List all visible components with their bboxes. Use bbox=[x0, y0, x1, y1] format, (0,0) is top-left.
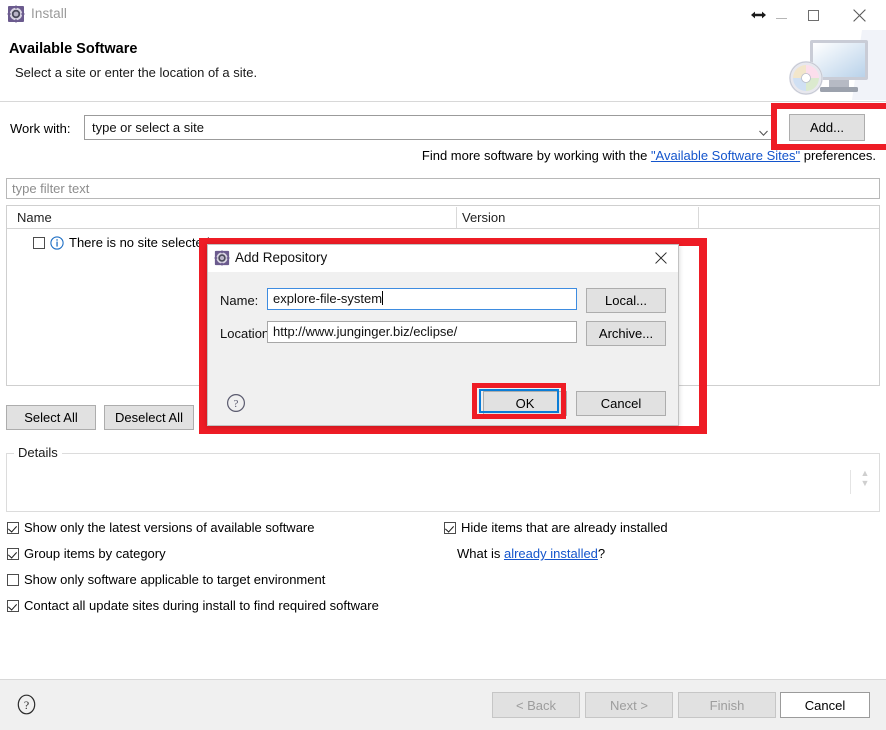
repository-location-input[interactable]: http://www.junginger.biz/eclipse/ bbox=[267, 321, 577, 343]
repository-name-input[interactable]: explore-file-system bbox=[267, 288, 577, 310]
back-button[interactable]: < Back bbox=[492, 692, 580, 718]
option-contact-update-sites-label: Contact all update sites during install … bbox=[24, 598, 379, 613]
install-gear-icon bbox=[7, 5, 25, 23]
scroll-up-down-icon[interactable]: ▲ ▼ bbox=[858, 468, 872, 498]
dialog-title: Add Repository bbox=[235, 250, 328, 265]
what-is-already-installed: What is already installed? bbox=[457, 546, 605, 561]
filter-input[interactable]: type filter text bbox=[6, 178, 880, 199]
column-header-version[interactable]: Version bbox=[462, 210, 505, 225]
option-contact-update-sites-checkbox[interactable] bbox=[7, 599, 19, 612]
repository-name-value: explore-file-system bbox=[273, 291, 383, 306]
next-button[interactable]: Next > bbox=[585, 692, 673, 718]
minimize-icon bbox=[775, 18, 787, 19]
option-show-latest-versions-checkbox[interactable] bbox=[7, 521, 19, 534]
option-target-environment-checkbox[interactable] bbox=[7, 573, 19, 586]
page-subtitle: Select a site or enter the location of a… bbox=[15, 65, 258, 80]
row-name-cell: There is no site selected bbox=[69, 235, 210, 250]
find-more-prefix: Find more software by working with the bbox=[421, 148, 651, 163]
info-icon bbox=[50, 235, 64, 250]
option-group-by-category[interactable]: Group items by category bbox=[7, 546, 166, 561]
option-group-by-category-checkbox[interactable] bbox=[7, 547, 19, 560]
cancel-button[interactable]: Cancel bbox=[780, 692, 870, 718]
ok-button-highlight bbox=[472, 383, 566, 419]
option-hide-installed-label: Hide items that are already installed bbox=[461, 520, 668, 535]
chevron-down-icon bbox=[759, 125, 768, 136]
help-question-icon[interactable]: ? bbox=[16, 694, 37, 715]
svg-text:?: ? bbox=[234, 398, 239, 410]
work-with-value: type or select a site bbox=[92, 120, 204, 135]
details-label: Details bbox=[14, 445, 62, 460]
window-titlebar: Install bbox=[0, 0, 886, 30]
table-header-row: Name Version bbox=[7, 206, 879, 229]
finish-button[interactable]: Finish bbox=[678, 692, 776, 718]
option-target-environment-label: Show only software applicable to target … bbox=[24, 572, 326, 587]
dialog-close-button[interactable] bbox=[650, 248, 672, 268]
option-show-latest-versions-label: Show only the latest versions of availab… bbox=[24, 520, 315, 535]
add-repository-dialog: Add Repository Name: explore-file-system… bbox=[207, 244, 679, 426]
details-scroll-track bbox=[850, 470, 851, 494]
find-more-suffix: preferences. bbox=[800, 148, 876, 163]
already-installed-link[interactable]: already installed bbox=[504, 546, 598, 561]
maximize-button[interactable] bbox=[790, 0, 836, 30]
svg-text:?: ? bbox=[24, 698, 29, 712]
monitor-cd-icon bbox=[766, 30, 886, 100]
text-caret bbox=[382, 291, 384, 305]
option-show-latest-versions[interactable]: Show only the latest versions of availab… bbox=[7, 520, 315, 535]
option-contact-update-sites[interactable]: Contact all update sites during install … bbox=[7, 598, 379, 613]
column-divider-1[interactable] bbox=[456, 207, 457, 228]
column-header-name[interactable]: Name bbox=[17, 210, 52, 225]
close-icon bbox=[852, 8, 866, 22]
work-with-combo[interactable]: type or select a site bbox=[84, 115, 776, 140]
repository-location-value: http://www.junginger.biz/eclipse/ bbox=[273, 324, 458, 339]
select-all-button[interactable]: Select All bbox=[6, 405, 96, 430]
find-more-software-text: Find more software by working with the "… bbox=[422, 148, 876, 163]
close-icon bbox=[655, 252, 667, 264]
what-is-prefix: What is bbox=[457, 546, 504, 561]
install-wizard-window: Install Available Software Select a site… bbox=[0, 0, 886, 730]
install-gear-icon bbox=[214, 250, 230, 266]
row-checkbox[interactable] bbox=[33, 236, 45, 249]
option-hide-installed-checkbox[interactable] bbox=[444, 521, 456, 534]
close-button[interactable] bbox=[836, 0, 882, 30]
window-title: Install bbox=[31, 6, 67, 21]
option-hide-installed[interactable]: Hide items that are already installed bbox=[444, 520, 668, 535]
option-target-environment[interactable]: Show only software applicable to target … bbox=[7, 572, 325, 587]
what-is-suffix: ? bbox=[597, 546, 606, 561]
dialog-name-label: Name: bbox=[220, 293, 259, 308]
dialog-cancel-button[interactable]: Cancel bbox=[576, 391, 666, 416]
deselect-all-button[interactable]: Deselect All bbox=[104, 405, 194, 430]
work-with-label: Work with: bbox=[10, 121, 71, 136]
archive-button[interactable]: Archive... bbox=[586, 321, 666, 346]
header-divider bbox=[0, 101, 886, 102]
dialog-titlebar: Add Repository bbox=[208, 245, 678, 272]
add-button-highlight bbox=[771, 103, 886, 150]
details-panel bbox=[6, 453, 880, 512]
column-divider-2[interactable] bbox=[698, 207, 699, 228]
table-row[interactable]: There is no site selected bbox=[33, 235, 210, 250]
local-button[interactable]: Local... bbox=[586, 288, 666, 313]
dialog-location-label: Location: bbox=[220, 326, 273, 341]
page-title: Available Software bbox=[9, 41, 138, 57]
dialog-help-icon[interactable]: ? bbox=[226, 393, 246, 413]
maximize-icon bbox=[807, 9, 819, 21]
filter-placeholder: type filter text bbox=[12, 181, 90, 196]
available-software-sites-link[interactable]: "Available Software Sites" bbox=[651, 148, 800, 163]
option-group-by-category-label: Group items by category bbox=[24, 546, 166, 561]
